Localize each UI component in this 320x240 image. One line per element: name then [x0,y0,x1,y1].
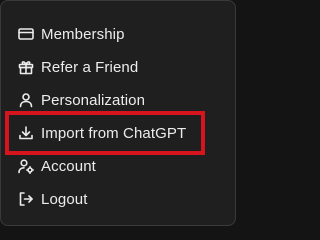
user-settings-icon [17,157,35,175]
menu-item-import-from-chatgpt[interactable]: Import from ChatGPT [1,117,229,149]
menu-item-label: Refer a Friend [41,58,139,76]
menu-item-label: Membership [41,25,125,43]
menu-item-label: Personalization [41,91,146,109]
gift-icon [17,58,35,76]
credit-card-icon [17,25,35,43]
menu-item-logout[interactable]: Logout [1,183,229,215]
menu-item-label: Import from ChatGPT [41,124,187,142]
menu-item-refer-a-friend[interactable]: Refer a Friend [1,51,229,83]
download-icon [17,124,35,142]
logout-icon [17,190,35,208]
menu-item-personalization[interactable]: Personalization [1,84,229,116]
menu-item-label: Account [41,157,96,175]
user-icon [17,91,35,109]
menu-item-membership[interactable]: Membership [1,18,229,50]
menu-item-label: Logout [41,190,88,208]
menu-item-account[interactable]: Account [1,150,229,182]
account-dropdown-menu: Membership Refer a Friend Personalizatio… [0,0,236,226]
